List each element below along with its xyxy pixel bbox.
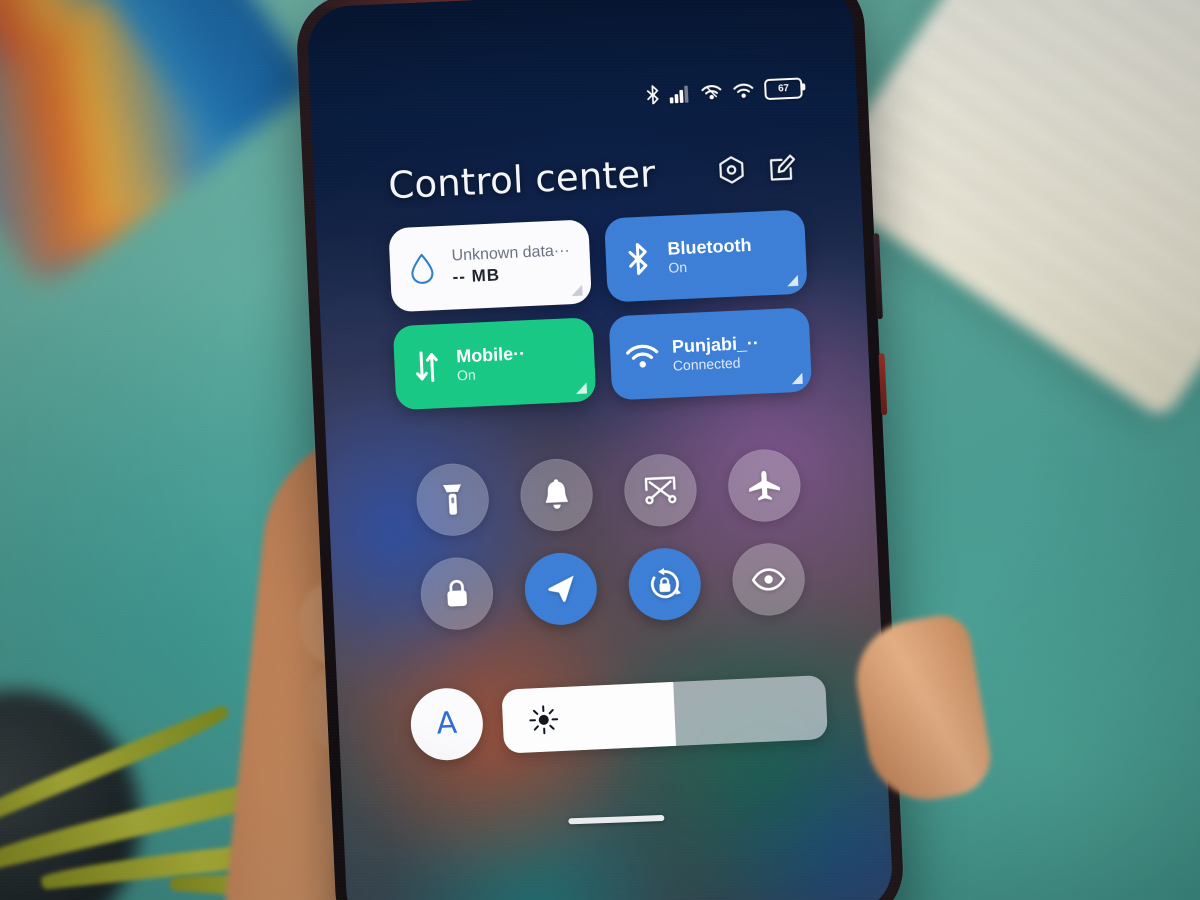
mobile-data-state: On (456, 366, 477, 384)
lock-icon (447, 579, 467, 607)
header-actions (717, 153, 800, 186)
bluetooth-title: Bluetooth (667, 234, 752, 259)
wifi-state: Connected (672, 354, 741, 375)
eye-icon (751, 568, 786, 591)
wifi-text: Punjabi_·· Connected (672, 332, 761, 374)
wifi-calling-icon (701, 85, 722, 100)
auto-brightness-label: A (435, 705, 458, 742)
quick-settings-tiles: Unknown data··· -- MB Bluetooth On Mobil… (388, 209, 813, 411)
flashlight-toggle[interactable] (415, 462, 491, 538)
cast-toggle[interactable] (622, 452, 699, 528)
flashlight-icon (443, 484, 462, 515)
reading-mode-toggle[interactable] (731, 541, 807, 618)
brightness-slider-fill (501, 681, 676, 754)
mobile-data-title: Mobile·· (455, 343, 526, 367)
screencast-icon (644, 476, 677, 505)
mobile-data-tile[interactable]: Mobile·· On (392, 317, 597, 411)
mobile-data-arrows-icon (409, 350, 444, 384)
bluetooth-tile[interactable]: Bluetooth On (604, 209, 808, 303)
airplane-icon (749, 470, 781, 501)
tile-expand-corner[interactable] (575, 382, 588, 395)
airplane-toggle[interactable] (726, 447, 802, 524)
edit-pencil-icon[interactable] (768, 153, 796, 182)
data-usage-value: -- MB (452, 264, 501, 286)
wifi-tile[interactable]: Punjabi_·· Connected (608, 307, 813, 401)
smartphone-device: 67 Control center Unknown data··· -- MB … (294, 0, 906, 900)
brightness-slider[interactable] (501, 675, 828, 754)
auto-rotate-toggle[interactable] (627, 546, 703, 622)
tile-expand-corner[interactable] (571, 284, 583, 297)
screen-lock-toggle[interactable] (419, 556, 495, 632)
ringer-toggle[interactable] (518, 457, 595, 533)
data-usage-tile[interactable]: Unknown data··· -- MB (388, 219, 592, 313)
auto-brightness-button[interactable]: A (409, 686, 485, 762)
tile-expand-corner[interactable] (791, 372, 803, 385)
wifi-icon (625, 343, 660, 371)
bluetooth-state: On (668, 259, 688, 277)
toggle-grid (399, 447, 822, 632)
bluetooth-icon (646, 85, 659, 105)
bluetooth-text: Bluetooth On (667, 235, 753, 277)
wifi-ssid: Punjabi_·· (671, 332, 760, 357)
battery-percent-label: 67 (777, 82, 789, 95)
wifi-icon (733, 83, 754, 98)
location-toggle[interactable] (523, 551, 599, 627)
bell-icon (545, 479, 568, 509)
photo-scene: 67 Control center Unknown data··· -- MB … (0, 0, 1200, 900)
battery-icon: 67 (763, 77, 803, 101)
tile-expand-corner[interactable] (786, 274, 799, 287)
cellular-signal-icon (669, 85, 689, 103)
phone-screen: 67 Control center Unknown data··· -- MB … (306, 0, 894, 900)
water-drop-icon (404, 252, 439, 286)
location-arrow-icon (548, 575, 574, 603)
settings-hexagon-icon[interactable] (717, 155, 745, 185)
sun-brightness-icon (529, 705, 559, 735)
data-usage-text: Unknown data··· -- MB (451, 242, 571, 287)
bluetooth-icon (620, 242, 655, 277)
mobile-data-text: Mobile·· On (456, 343, 527, 385)
rotation-lock-icon (650, 568, 681, 599)
